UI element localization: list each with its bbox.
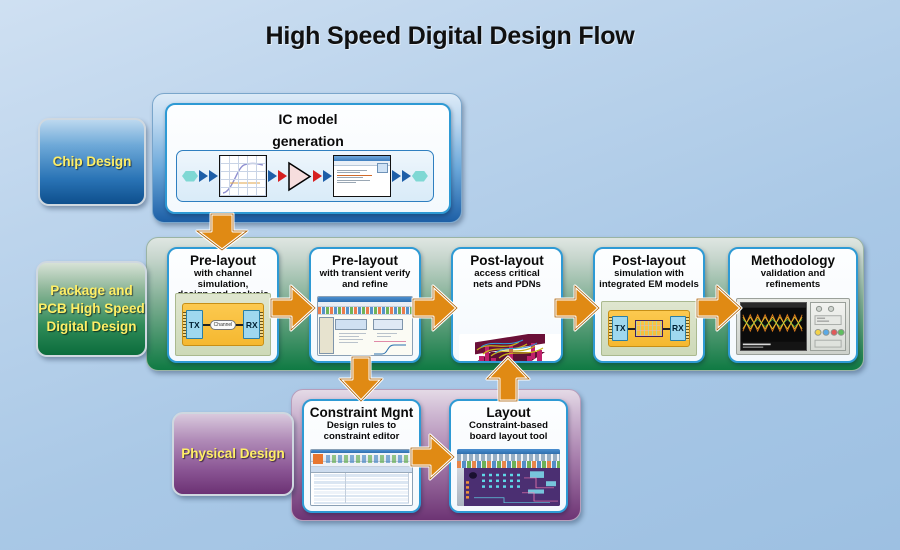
flow-arrow-red-icon: [277, 170, 287, 182]
card-layout-tool[interactable]: Layout Constraint-based board layout too…: [449, 399, 568, 513]
channel-pill-label: Channel: [209, 319, 237, 330]
card-pre-layout-transient-title: Pre-layout: [331, 253, 399, 268]
arrow-prelayout-to-constraint: [337, 355, 385, 403]
flow-arrow-icon: [208, 170, 218, 182]
rx-block-label: RX: [669, 315, 687, 342]
tx-block-label: TX: [611, 315, 629, 342]
board-layout-tool-window-image: [457, 449, 560, 506]
arrow-post2-to-methodology: [695, 283, 743, 333]
card-ic-title2: generation: [272, 132, 344, 149]
input-node-icon: [182, 170, 198, 182]
rx-block-label: RX: [243, 310, 261, 339]
arrow-pre1-to-pre2: [269, 283, 317, 333]
card-ic-model-generation[interactable]: IC model generation: [165, 103, 451, 214]
response-graph-icon: [218, 155, 267, 197]
tx-block-label: TX: [185, 310, 203, 339]
card-post-layout-em-subtitle: simulation with integrated EM models: [599, 268, 699, 290]
card-methodology-subtitle: validation and refinements: [760, 268, 826, 290]
flow-arrow-icon: [198, 170, 208, 182]
arrow-constraint-to-layout: [409, 432, 456, 482]
tx-channel-rx-board-image: TX Channel RX: [175, 293, 271, 356]
card-post-layout-pdn-title: Post-layout: [470, 253, 544, 268]
card-methodology[interactable]: Methodology validation and refinements: [728, 247, 858, 363]
flow-arrow-red-icon: [313, 170, 323, 182]
card-layout-tool-subtitle: Constraint-based board layout tool: [469, 420, 548, 442]
category-chip-design-label: Chip Design: [52, 154, 132, 170]
diagram-canvas: High Speed Digital Design Flow Chip Desi…: [0, 0, 900, 550]
flow-arrow-icon: [392, 170, 402, 182]
card-constraint-management-subtitle: Design rules to constraint editor: [323, 420, 400, 442]
tx-em-rx-board-image: TX RX: [601, 301, 697, 356]
arrow-chip-to-prelayout: [195, 212, 249, 252]
model-document-icon: [333, 155, 392, 197]
card-post-layout-pdn-subtitle: access critical nets and PDNs: [473, 268, 541, 290]
category-package-pcb[interactable]: Package and PCB High Speed Digital Desig…: [36, 261, 147, 357]
flow-arrow-icon: [323, 170, 333, 182]
card-layout-tool-title: Layout: [486, 405, 531, 420]
flow-arrow-icon: [267, 170, 277, 182]
category-physical-design[interactable]: Physical Design: [172, 412, 294, 496]
flow-arrow-icon: [401, 170, 411, 182]
card-constraint-management-title: Constraint Mgnt: [309, 405, 414, 420]
card-methodology-title: Methodology: [751, 253, 835, 268]
oscilloscope-eye-diagram-image: [736, 298, 850, 355]
constraint-editor-window-image: [310, 449, 413, 506]
card-pre-layout-channel[interactable]: Pre-layout with channel simulation, desi…: [167, 247, 279, 363]
card-pre-layout-transient-subtitle: with transient verify and refine: [319, 268, 411, 290]
arrow-layout-to-postlayout: [484, 355, 532, 403]
card-post-layout-em-title: Post-layout: [612, 253, 686, 268]
ic-model-flow-strip: [176, 150, 434, 202]
category-physical-design-label: Physical Design: [181, 446, 285, 462]
category-chip-design[interactable]: Chip Design: [38, 118, 146, 206]
card-post-layout-em[interactable]: Post-layout simulation with integrated E…: [593, 247, 705, 363]
card-post-layout-pdn[interactable]: Post-layout access critical nets and PDN…: [451, 247, 563, 363]
card-constraint-management[interactable]: Constraint Mgnt Design rules to constrai…: [302, 399, 421, 513]
amplifier-icon: [287, 161, 312, 192]
arrow-pre2-to-post1: [411, 283, 459, 333]
category-package-pcb-label: Package and PCB High Speed Digital Desig…: [38, 283, 145, 334]
arrow-post1-to-post2: [553, 283, 601, 333]
card-pre-layout-transient[interactable]: Pre-layout with transient verify and ref…: [309, 247, 421, 363]
card-ic-title: IC model: [278, 111, 338, 127]
page-title: High Speed Digital Design Flow: [265, 22, 635, 50]
em-model-block: [635, 319, 663, 338]
simulation-software-window-image: [317, 296, 413, 356]
output-node-icon: [411, 170, 428, 182]
